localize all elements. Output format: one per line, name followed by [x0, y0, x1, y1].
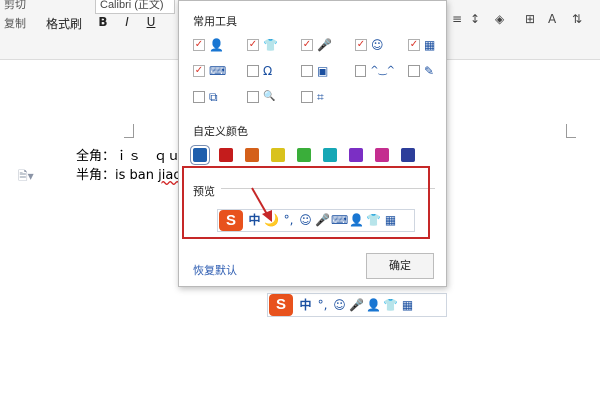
color-swatch[interactable]	[297, 148, 311, 162]
color-swatch[interactable]	[401, 148, 415, 162]
border-icon[interactable]: ⊞	[525, 12, 535, 26]
copy-button[interactable]: 复制	[4, 15, 26, 31]
emoticon-icon: ^‿^	[370, 65, 395, 76]
fullwidth-line[interactable]: 全角：ｉｓ ｑｕａ	[76, 145, 193, 164]
color-swatch[interactable]	[271, 148, 285, 162]
paragraph-icon[interactable]: 🗎▾	[18, 167, 34, 188]
crop-icon: ⌗	[317, 90, 324, 104]
color-swatch[interactable]	[219, 148, 233, 162]
halfwidth-label: 半角：	[76, 168, 116, 183]
microphone-icon: 🎤	[317, 38, 332, 52]
shirt-icon: 👕	[263, 38, 278, 52]
color-swatch[interactable]	[375, 148, 389, 162]
chinese-mode-toggle[interactable]: 中	[297, 294, 314, 316]
color-swatch[interactable]	[323, 148, 337, 162]
tool-checkbox[interactable]	[193, 91, 205, 103]
tool-checkbox[interactable]	[247, 91, 259, 103]
grid-icon[interactable]: ▦	[399, 294, 416, 316]
tool-option-translate[interactable]: ⧉	[193, 89, 233, 105]
tool-option-smiley[interactable]: ✓ ☺	[355, 37, 395, 53]
tool-option-person[interactable]: ✓ 👤	[193, 37, 233, 53]
tool-checkbox[interactable]	[355, 65, 367, 77]
line-spacing-icon[interactable]: ↕	[470, 12, 480, 26]
smiley-icon: ☺	[371, 38, 384, 52]
smiley-icon[interactable]: ☺	[331, 294, 348, 316]
color-swatch[interactable]	[245, 148, 259, 162]
microphone-icon[interactable]: 🎤	[348, 294, 365, 316]
tool-option-emoticon[interactable]: ^‿^	[355, 63, 395, 79]
pen-icon: ✎	[424, 64, 435, 78]
person-icon: 👤	[209, 38, 224, 52]
tool-checkbox[interactable]	[301, 91, 313, 103]
tool-checkbox[interactable]: ✓	[193, 65, 205, 77]
margin-corner-left	[124, 124, 134, 138]
annotation-arrow-icon	[251, 187, 272, 222]
translate-icon: ⧉	[209, 90, 218, 104]
color-section-title: 自定义颜色	[193, 125, 248, 138]
tools-section-title: 常用工具	[193, 15, 237, 28]
tool-checkbox[interactable]	[247, 65, 259, 77]
tool-option-omega[interactable]: Ω	[247, 63, 287, 79]
search-icon: 🔍	[263, 91, 276, 102]
tool-option-crop[interactable]: ⌗	[301, 89, 341, 105]
omega-icon: Ω	[263, 64, 273, 78]
tool-checkbox[interactable]: ✓	[355, 39, 367, 51]
device-icon: ▣	[317, 64, 329, 78]
format-painter-button[interactable]: 格式刷	[46, 15, 82, 32]
tool-checkbox[interactable]: ✓	[408, 39, 420, 51]
font-name-select[interactable]: Calibri (正文)	[95, 0, 175, 14]
tool-checkbox[interactable]	[408, 65, 420, 77]
underline-button[interactable]: U	[142, 15, 160, 29]
sort-icon[interactable]: ⇅	[572, 12, 582, 26]
tool-option-keyboard[interactable]: ✓ ⌨	[193, 63, 233, 79]
align-justify-icon[interactable]: ≡	[452, 12, 462, 26]
italic-button[interactable]: I	[118, 15, 136, 29]
bold-button[interactable]: B	[94, 15, 112, 29]
punctuation-icon[interactable]: °,	[314, 294, 331, 316]
tool-option-microphone[interactable]: ✓ 🎤	[301, 37, 341, 53]
restore-defaults-link[interactable]: 恢复默认	[193, 262, 237, 278]
margin-corner-right	[566, 124, 576, 138]
tool-checkbox[interactable]: ✓	[247, 39, 259, 51]
shirt-icon[interactable]: 👕	[382, 294, 399, 316]
cut-button[interactable]: 剪切	[4, 0, 26, 12]
tool-checkbox[interactable]: ✓	[193, 39, 205, 51]
color-swatch[interactable]	[191, 146, 209, 164]
person-icon[interactable]: 👤	[365, 294, 382, 316]
tool-option-grid[interactable]: ✓ ▦	[408, 37, 448, 53]
fullwidth-label: 全角：	[76, 149, 116, 164]
keyboard-icon: ⌨	[209, 64, 227, 78]
ime-settings-dialog: 常用工具 ✓ 👤 ✓ 👕 ✓ 🎤 ✓ ☺ ✓ ▦ ✓ ⌨ Ω ▣ ^‿^ ✎ ⧉…	[178, 0, 447, 287]
tool-option-search[interactable]: 🔍	[247, 89, 287, 105]
tool-option-pen[interactable]: ✎	[408, 63, 448, 79]
preview-highlight-box	[182, 166, 430, 239]
tool-checkbox[interactable]: ✓	[301, 39, 313, 51]
halfwidth-text: is ban	[115, 168, 159, 183]
ok-button[interactable]: 确定	[366, 253, 434, 279]
tool-checkbox[interactable]	[301, 65, 313, 77]
shading-icon[interactable]: ◈	[495, 12, 504, 26]
sogou-logo-icon[interactable]: S	[269, 294, 293, 316]
show-marks-icon[interactable]: A	[548, 12, 556, 26]
color-swatch[interactable]	[349, 148, 363, 162]
tool-option-device[interactable]: ▣	[301, 63, 341, 79]
ime-status-bar[interactable]: S 中 °, ☺ 🎤 👤 👕 ▦	[267, 293, 447, 317]
grid-icon: ▦	[424, 38, 436, 52]
halfwidth-line[interactable]: 半角：is ban jiao	[76, 164, 184, 183]
tool-option-shirt[interactable]: ✓ 👕	[247, 37, 287, 53]
